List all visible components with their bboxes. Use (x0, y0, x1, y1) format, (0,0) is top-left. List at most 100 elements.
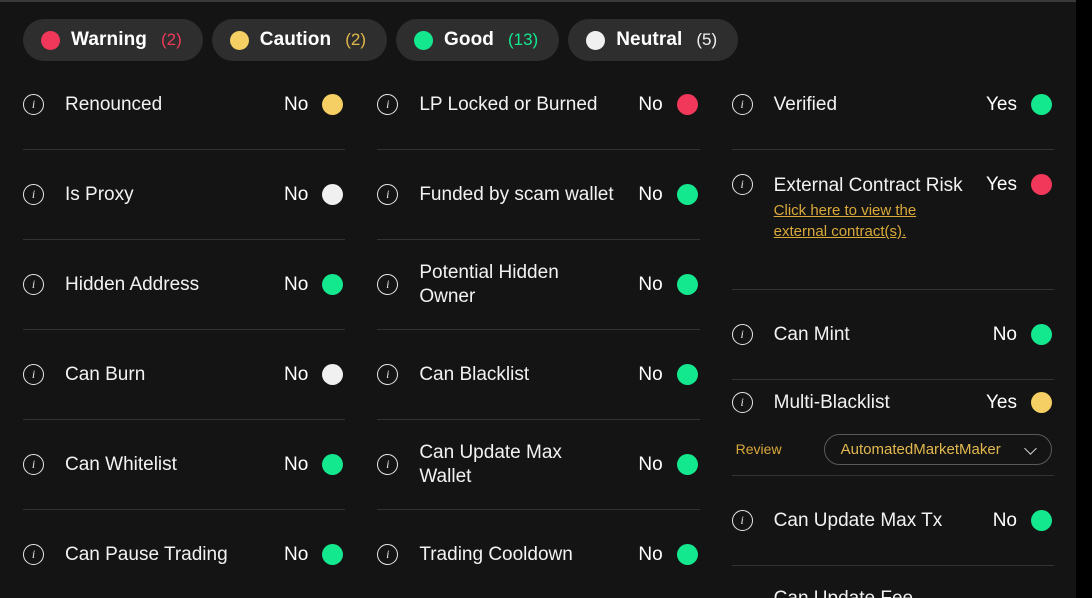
check-value: No (638, 543, 663, 565)
check-label: Is Proxy (65, 183, 274, 207)
tab-count: (2) (161, 30, 182, 49)
info-icon[interactable]: i (23, 94, 44, 115)
info-icon[interactable]: i (731, 510, 753, 531)
check-row: i Trading Cooldown No (377, 510, 699, 598)
tab-label: Good (443, 29, 494, 50)
info-icon[interactable]: i (23, 544, 44, 565)
info-icon[interactable]: i (731, 94, 753, 115)
info-icon[interactable]: i (377, 274, 399, 295)
status-dot-warning (1030, 174, 1052, 195)
info-icon[interactable]: i (23, 274, 44, 295)
check-label: Can Burn (65, 363, 274, 387)
tab-good[interactable]: Good (13) (395, 19, 560, 61)
info-icon[interactable]: i (377, 454, 399, 475)
check-row: i Can Blacklist No (377, 330, 700, 420)
status-dot-good (1030, 324, 1052, 345)
tab-caution[interactable]: Caution (2) (211, 19, 387, 61)
check-label-text: Can Pause Trading (65, 543, 228, 565)
status-dot-good (1030, 94, 1052, 115)
checks-grid: i Renounced No i Is Proxy No i Hidden Address No… (0, 60, 1076, 598)
status-dot-good (676, 274, 698, 295)
check-value: Yes (985, 174, 1017, 195)
check-row: i Can Pause Trading No (23, 510, 345, 598)
tab-count: (13) (507, 30, 539, 49)
page-background (1076, 0, 1092, 598)
status-dot-good (1030, 510, 1052, 531)
check-label-text: Multi-Blacklist (773, 391, 890, 413)
check-value: No (638, 183, 663, 205)
tab-warning[interactable]: Warning (2) (23, 19, 203, 61)
check-label: Hidden Address (65, 273, 274, 297)
info-icon[interactable]: i (377, 364, 399, 385)
check-row: i Can Burn No (23, 330, 346, 420)
review-control: Review AutomatedMarketMaker (732, 433, 1052, 465)
info-icon[interactable]: i (377, 184, 399, 205)
check-row: i Multi-Blacklist Yes Review AutomatedMarket… (731, 380, 1054, 476)
check-row: i Hidden Address No (23, 240, 346, 330)
check-row: i Can Whitelist No (23, 420, 346, 510)
check-row: i External Contract Risk Click here to vie… (731, 150, 1054, 290)
good-dot (413, 30, 433, 50)
info-icon[interactable]: i (731, 392, 753, 413)
check-label-text: Potential Hidden Owner (419, 261, 559, 307)
tab-count: (5) (696, 30, 718, 49)
check-value: No (284, 183, 309, 205)
check-value: No (284, 93, 309, 115)
tab-neutral[interactable]: Neutral (5) (568, 19, 739, 61)
check-label-text: Can Update Max Tx (773, 509, 943, 531)
status-dot-good (676, 454, 698, 475)
check-row: i Can Update Max Tx No (731, 476, 1054, 566)
status-dot-good (676, 184, 698, 205)
check-row: i Potential Hidden Owner No (377, 240, 700, 330)
external-contract-link[interactable]: Click here to view the external contract… (774, 200, 973, 242)
status-dot-good (676, 544, 698, 565)
check-label-text: Can Burn (65, 363, 146, 385)
caution-dot (229, 30, 249, 50)
check-label-text: Can Mint (773, 323, 850, 345)
info-icon[interactable]: i (377, 94, 399, 115)
check-label-text: Can Update Max Wallet (419, 441, 562, 487)
status-dot-good (322, 454, 344, 475)
check-label-text: Verified (773, 93, 838, 115)
check-label-text: Funded by scam wallet (419, 183, 614, 205)
status-dot-warning (676, 94, 698, 115)
status-dot-caution (1030, 392, 1052, 413)
check-label: Trading Cooldown (419, 543, 628, 567)
check-value: No (638, 93, 663, 115)
check-value: No (284, 363, 309, 385)
check-label: Can Mint (774, 323, 983, 347)
check-value: No (992, 509, 1017, 531)
check-label-text: Can Blacklist (419, 363, 530, 385)
status-dot-good (676, 364, 698, 385)
checks-column: i Verified Yes i External Contract Risk Click… (731, 60, 1054, 598)
check-label-text: LP Locked or Burned (419, 93, 598, 115)
tab-count: (2) (345, 30, 366, 49)
info-icon[interactable]: i (23, 184, 44, 205)
check-value: Yes (985, 93, 1017, 115)
check-row: iCan Update Fee WalletsNo (732, 566, 1054, 598)
check-row: i Funded by scam wallet No (377, 150, 700, 240)
check-label-text: External Contract Risk (773, 175, 963, 196)
review-select[interactable]: AutomatedMarketMaker (823, 433, 1052, 465)
info-icon[interactable]: i (731, 174, 753, 195)
check-value: No (638, 453, 663, 475)
check-label-text: Trading Cooldown (419, 543, 573, 565)
review-label: Review (735, 441, 782, 457)
tab-label: Neutral (616, 29, 683, 50)
check-row: i Verified Yes (731, 60, 1054, 150)
status-dot-caution (322, 94, 344, 115)
check-value: No (638, 363, 663, 385)
check-label: Verified (774, 93, 983, 117)
check-label-text: Can Update Fee Wallets (773, 587, 914, 598)
info-icon[interactable]: i (23, 364, 44, 385)
info-icon[interactable]: i (377, 544, 399, 565)
status-dot-good (322, 274, 344, 295)
check-label: Can Blacklist (419, 363, 628, 387)
status-filter-tabs: Warning (2) Caution (2) Good (13) Neutral (5) (0, 2, 1076, 61)
check-label-text: Hidden Address (65, 273, 200, 295)
info-icon[interactable]: i (731, 324, 753, 345)
info-icon[interactable]: i (23, 454, 44, 475)
status-dot-neutral (322, 184, 344, 205)
check-label: Can Update Fee Wallets (774, 587, 983, 598)
tab-label: Warning (71, 29, 147, 50)
